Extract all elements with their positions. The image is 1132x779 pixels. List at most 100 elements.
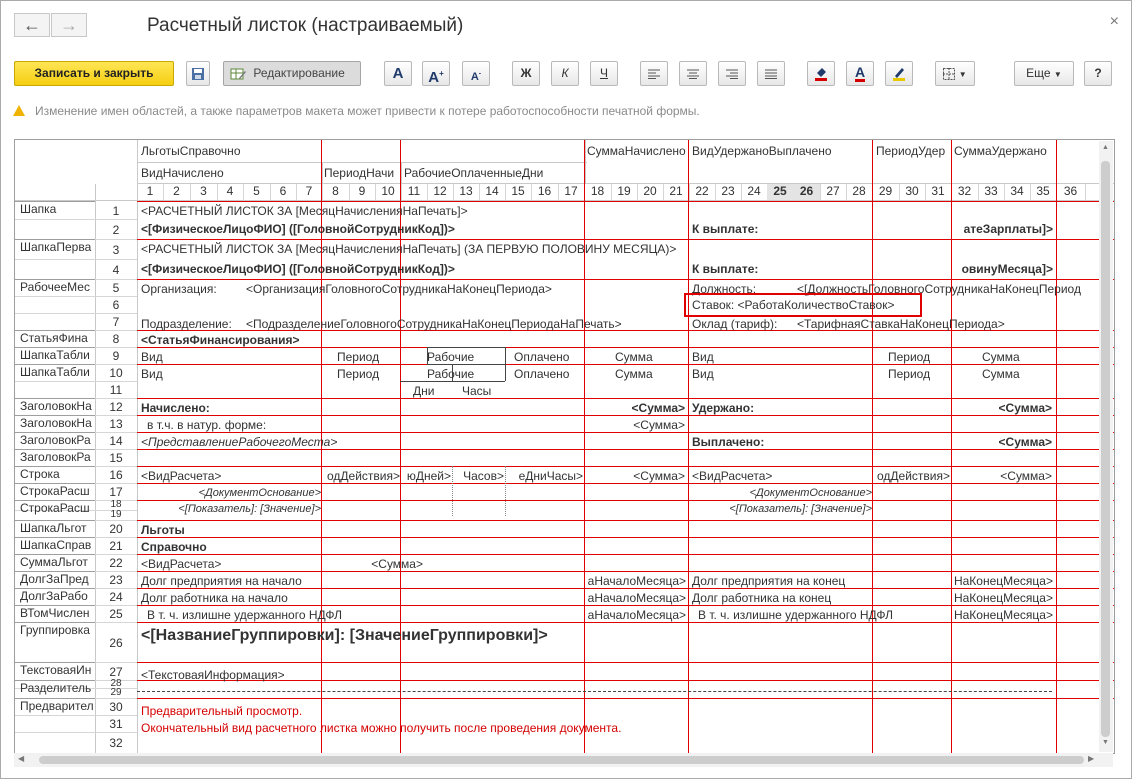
cell-r10-oplacheno[interactable]: Оплачено [514,366,569,382]
column-number[interactable]: 20 [637,184,663,200]
cell-r5-org[interactable]: <ОрганизацияГоловногоСотрудникаНаКонецПе… [246,281,584,297]
cell-r16-vid[interactable]: <ВидРасчета> [141,468,221,484]
row-number[interactable]: 29 [95,688,137,698]
cell-r12-nachisleno[interactable]: Начислено: [141,400,210,416]
row-number[interactable]: 7 [95,314,137,330]
column-number[interactable]: 13 [453,184,479,200]
column-number[interactable]: 17 [558,184,584,200]
row-number[interactable]: 20 [95,521,137,537]
cell-r8-finance[interactable]: <СтатьяФинансирования> [141,332,300,348]
row-number[interactable]: 13 [95,416,137,432]
cell-r4-k-vyplate[interactable]: К выплате: [692,261,758,277]
cell-r4-fio[interactable]: <[ФизическоеЛицоФИО] ([ГоловнойСотрудник… [141,261,455,277]
back-button[interactable]: ← [14,13,50,37]
cell-r16-period2[interactable]: одДействия> [873,468,950,484]
scroll-right-icon[interactable]: ▶ [1088,754,1094,763]
cell-r24-debt-end[interactable]: Долг работника на конец [692,590,831,606]
row-number[interactable]: 16 [95,467,137,483]
save-and-close-button[interactable]: Записать и закрыть [14,61,174,86]
cell-r16-dni[interactable]: юДней> [401,468,451,484]
cell-r5-org-label[interactable]: Организация: [141,281,217,297]
cell-r2-sum[interactable]: атеЗарплаты]> [951,221,1053,237]
row-area-name[interactable]: Предварител [20,699,94,713]
cell-r14-workplace[interactable]: <ПредставлениеРабочегоМеста> [141,434,337,450]
cell-r17-doc[interactable]: <ДокументОснование> [141,485,321,501]
cell-r11-chasy[interactable]: Часы [462,383,491,399]
row-area-name[interactable]: ЗаголовокНа [20,399,94,413]
align-right-button[interactable] [718,61,746,86]
cell-r16-summa2[interactable]: <Сумма> [955,468,1052,484]
cell-r12-uderzhano[interactable]: Удержано: [692,400,754,416]
cell-r12-summa2[interactable]: <Сумма> [955,400,1052,416]
row-area-name[interactable]: ЗаголовокНа [20,416,94,430]
row-number[interactable]: 12 [95,399,137,415]
row-number[interactable]: 3 [95,242,137,258]
column-number[interactable]: 23 [715,184,741,200]
row-number[interactable]: 19 [95,510,137,520]
cell-r18-indicator2[interactable]: <[Показатель]: [Значение]> [692,501,872,517]
cell-r25-ndfl2[interactable]: В т. ч. излишне удержанного НДФЛ [698,607,893,623]
column-number[interactable]: 25 [767,184,793,200]
cell-r10-summa[interactable]: Сумма [615,366,653,382]
save-button[interactable] [186,61,210,86]
row-number[interactable]: 6 [95,297,137,313]
scroll-down-icon[interactable]: ▼ [1102,739,1109,746]
cell-r9-summa2[interactable]: Сумма [982,349,1020,365]
spreadsheet-template[interactable]: ЛьготыСправочно ВидНачислено ПериодНачи … [14,139,1115,754]
row-area-name[interactable]: ТекстоваяИн [20,663,94,677]
column-number[interactable]: 9 [349,184,375,200]
row-area-name[interactable]: Группировка [20,623,94,637]
column-number[interactable]: 33 [978,184,1004,200]
cell-r7-salary-label[interactable]: Оклад (тариф): [692,316,777,332]
decrease-font-button[interactable]: A- [462,61,490,86]
cell-r21-spravochno[interactable]: Справочно [141,539,207,555]
help-button[interactable]: ? [1084,61,1112,86]
row-number[interactable]: 21 [95,538,137,554]
text-color-button[interactable]: A [846,61,874,86]
cell-r18-indicator[interactable]: <[Показатель]: [Значение]> [141,501,321,517]
cell-r4-sum[interactable]: овинуМесяца]> [951,261,1053,277]
cell-r9-period[interactable]: Период [337,349,379,365]
row-area-name[interactable]: ШапкаСправ [20,538,94,552]
column-number[interactable]: 34 [1004,184,1030,200]
row-number[interactable]: 22 [95,555,137,571]
row-area-name[interactable]: ВТомЧислен [20,606,94,620]
row-area-name[interactable]: ШапкаТабли [20,365,94,379]
cell-r10-vid[interactable]: Вид [141,366,163,382]
align-center-button[interactable] [679,61,707,86]
cell-r22-summa[interactable]: <Сумма> [355,556,423,572]
column-number[interactable]: 28 [846,184,872,200]
column-number[interactable]: 12 [427,184,453,200]
row-area-name[interactable]: РабочееМес [20,280,94,294]
cell-r16-vid2[interactable]: <ВидРасчета> [692,468,772,484]
cell-r3[interactable]: <РАСЧЕТНЫЙ ЛИСТОК ЗА [МесяцНачисленияНаП… [141,241,676,257]
column-number[interactable]: 32 [951,184,978,200]
cell-r23-value[interactable]: аНачалоМесяца> [585,573,686,589]
column-number[interactable]: 15 [505,184,531,200]
column-number[interactable]: 29 [872,184,899,200]
row-area-name[interactable]: ДолгЗаРабо [20,589,94,603]
cell-r25-ndfl[interactable]: В т. ч. излишне удержанного НДФЛ [147,607,342,623]
cell-r24-value2[interactable]: НаКонецМесяца> [952,590,1053,606]
italic-button[interactable]: К [551,61,579,86]
row-number[interactable]: 23 [95,572,137,588]
column-number[interactable]: 1 [137,184,163,200]
column-number[interactable]: 14 [479,184,505,200]
column-number[interactable]: 3 [190,184,217,200]
row-area-name[interactable]: СтрокаРасш [20,484,94,498]
column-number[interactable]: 30 [899,184,925,200]
cell-r11-dni[interactable]: Дни [413,383,434,399]
bold-button[interactable]: Ж [512,61,540,86]
cell-r26-grouping[interactable]: <[НазваниеГруппировки]: [ЗначениеГруппир… [141,626,548,646]
cell-r9-rabochie[interactable]: Рабочие [427,349,474,365]
cell-r16-period[interactable]: одДействия> [322,468,400,484]
row-number[interactable]: 5 [95,280,137,296]
column-number[interactable]: 26 [793,184,820,200]
cell-r31-final[interactable]: Окончательный вид расчетного листка можн… [141,720,621,736]
cell-r2-k-vyplate[interactable]: К выплате: [692,221,758,237]
column-number[interactable]: 8 [322,184,349,200]
column-number[interactable]: 19 [611,184,637,200]
cell-r23-debt-start[interactable]: Долг предприятия на начало [141,573,302,589]
cell-r22-vid[interactable]: <ВидРасчета> [141,556,221,572]
cell-r24-value[interactable]: аНачалоМесяца> [585,590,686,606]
